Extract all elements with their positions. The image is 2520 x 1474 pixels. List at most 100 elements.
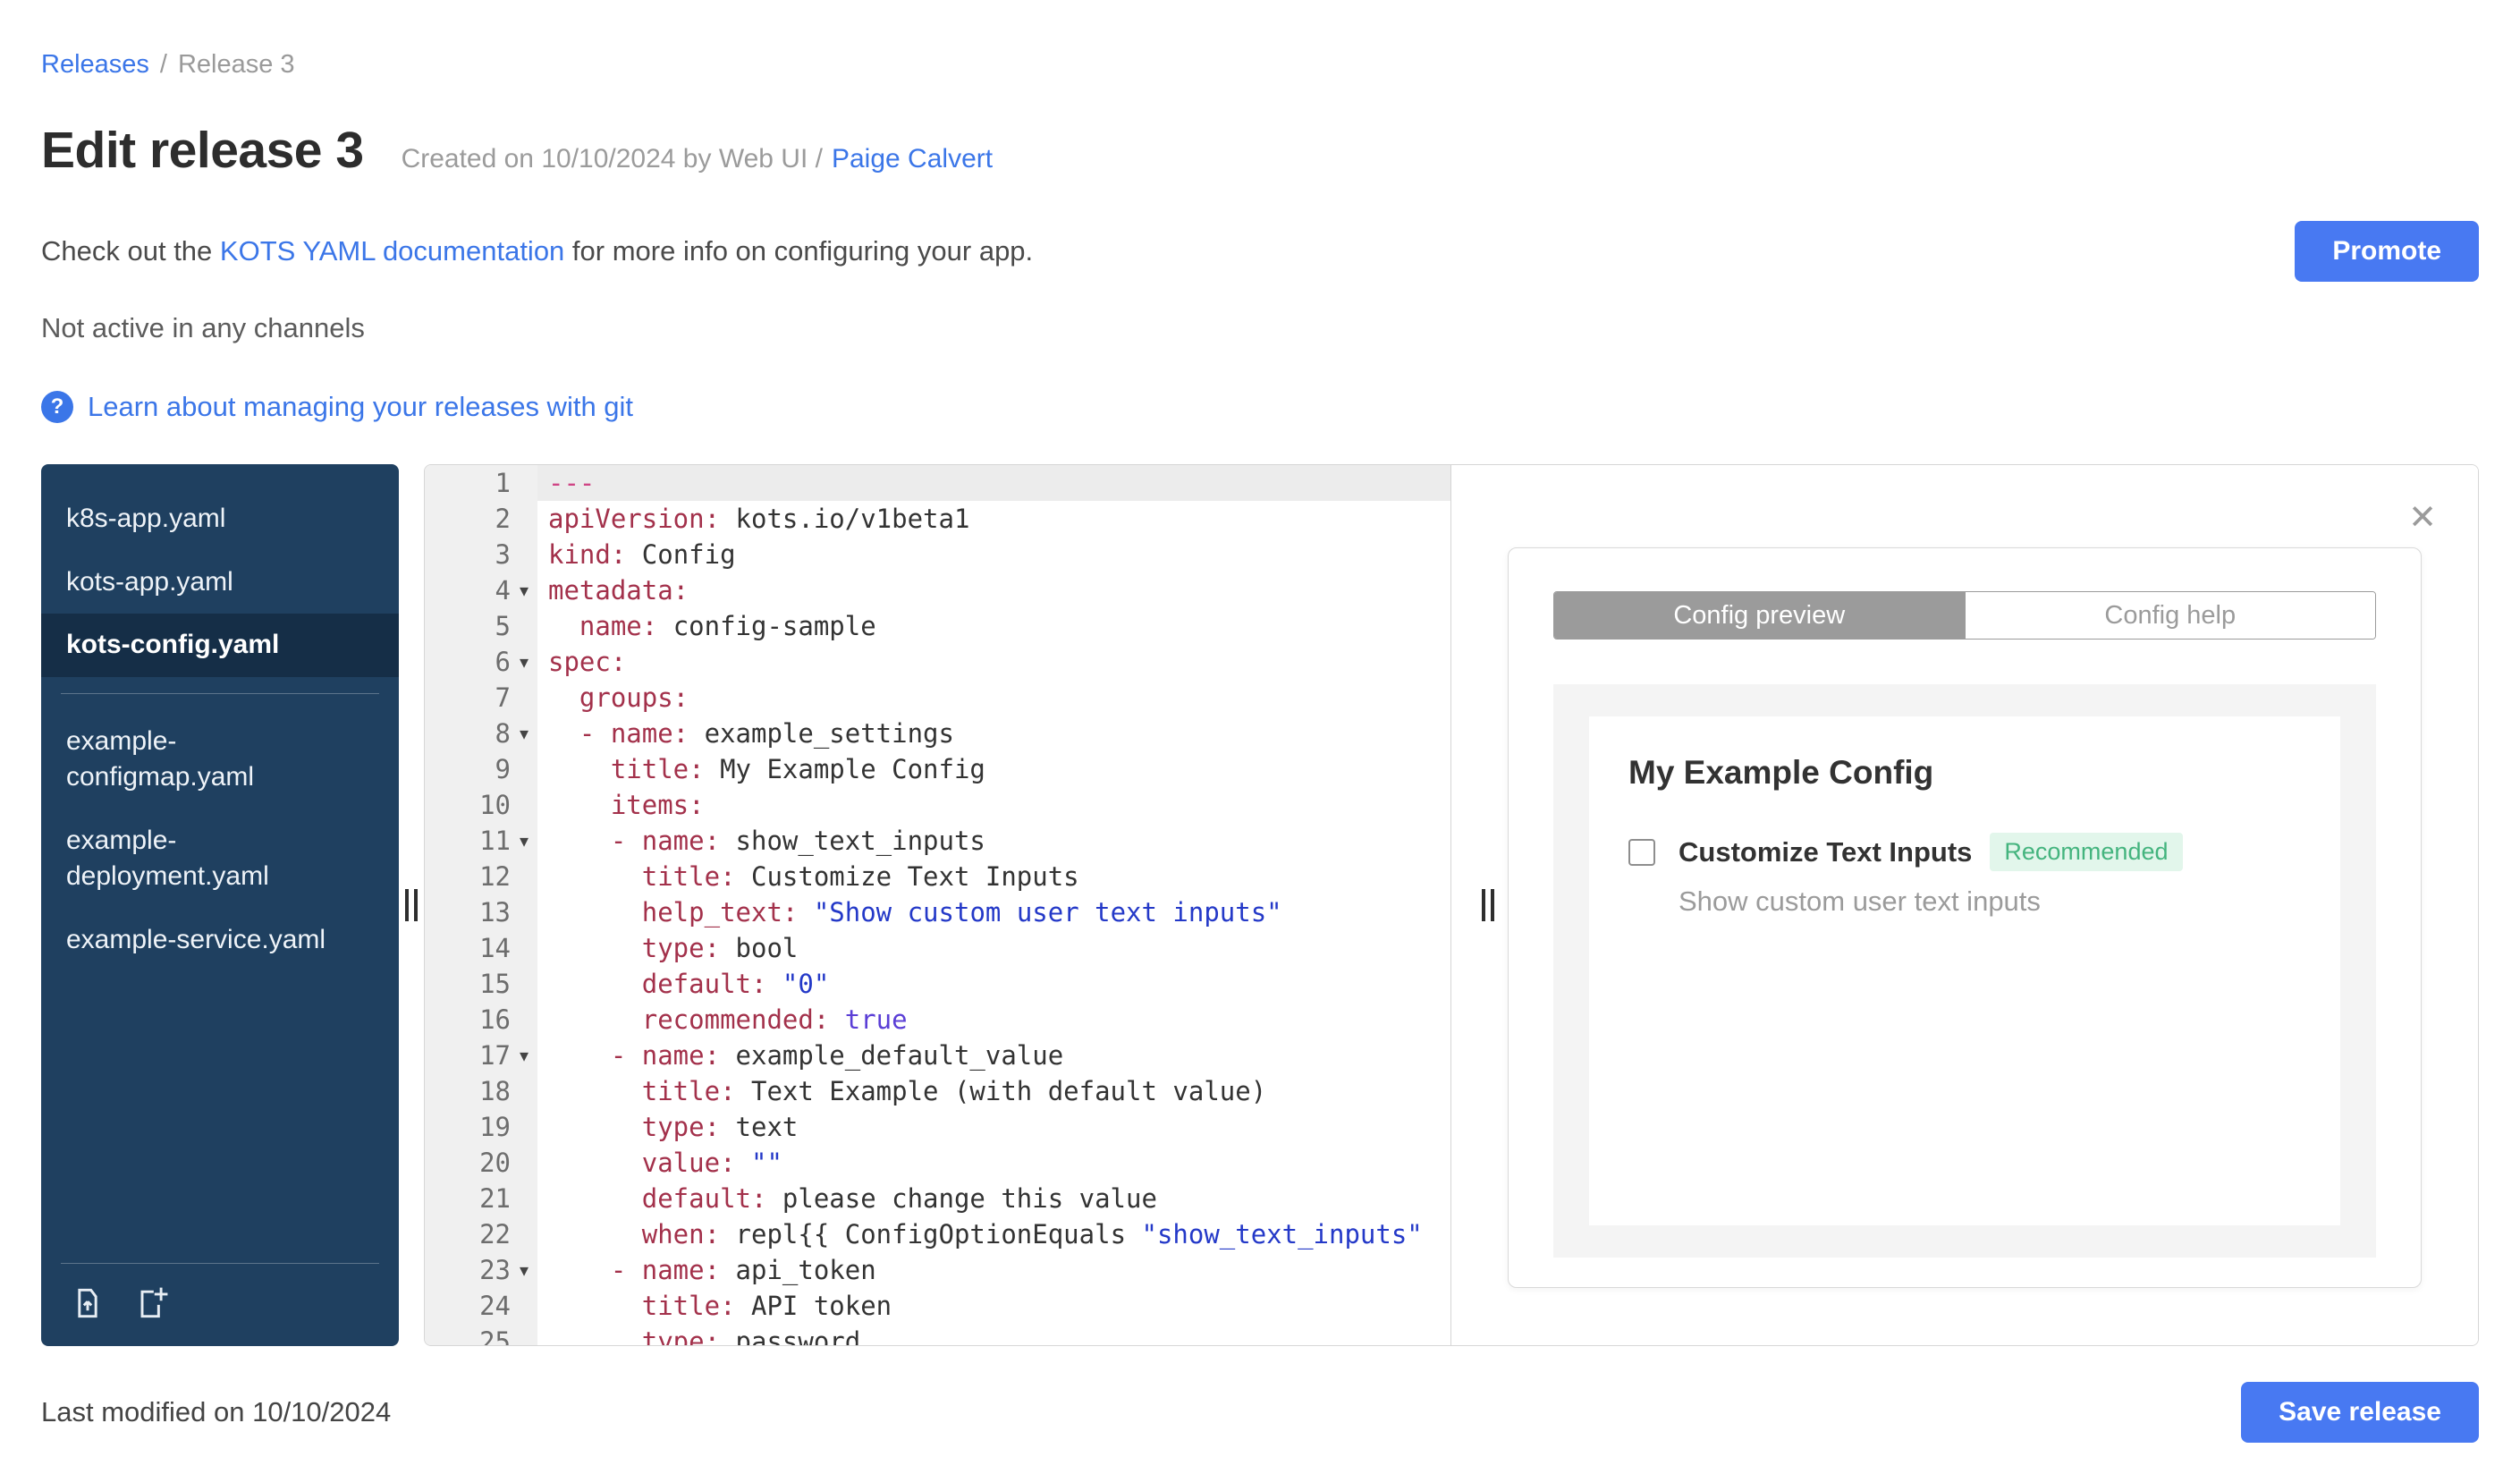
release-workspace: k8s-app.yaml kots-app.yaml kots-config.yam… [41,464,2479,1346]
fold-arrow-slot [511,1073,537,1109]
pane-resize-handle-right[interactable] [1482,889,1494,921]
code-line-text: - name: api_token [610,1255,876,1285]
line-number: 21 [479,1183,511,1214]
line-number-gutter: 7 [425,680,537,716]
code-line-8[interactable]: 8 ▾ - name: example_settings [425,716,1450,751]
code-line-text: --- [537,465,1450,501]
config-preview-pane: ✕ Config preview Config help My Example … [1451,465,2478,1345]
code-line-text: type: text [641,1112,799,1142]
docs-text: Check out the KOTS YAML documentation fo… [41,235,1033,267]
yaml-code-editor[interactable]: 1 --- 2 apiVersion: kots.io/v1beta1 3 kind: C… [425,465,1451,1345]
line-number-gutter: 18 [425,1073,537,1109]
line-number-gutter: 21 [425,1181,537,1216]
line-number: 12 [479,861,511,892]
close-icon[interactable]: ✕ [2408,501,2437,535]
file-item-example-service.yaml[interactable]: example-service.yaml [41,909,399,972]
line-number: 10 [479,790,511,820]
code-line-17[interactable]: 17 ▾ - name: example_default_value [425,1038,1450,1073]
line-number: 11 [479,826,511,856]
code-line-9[interactable]: 9 title: My Example Config [425,751,1450,787]
line-number: 3 [495,539,511,570]
code-line-12[interactable]: 12 title: Customize Text Inputs [425,859,1450,894]
code-line-6[interactable]: 6 ▾ spec: [425,644,1450,680]
customize-text-inputs-checkbox[interactable] [1628,838,1655,866]
fold-arrow-icon[interactable]: ▾ [511,716,537,751]
code-line-16[interactable]: 16 recommended: true [425,1002,1450,1038]
line-number: 13 [479,897,511,928]
line-number-gutter: 16 [425,1002,537,1038]
line-number-gutter: 6 ▾ [425,644,537,680]
fold-arrow-icon[interactable]: ▾ [511,572,537,608]
author-link[interactable]: Paige Calvert [832,144,993,174]
promote-button[interactable]: Promote [2295,221,2479,282]
code-line-24[interactable]: 24 title: API token [425,1288,1450,1324]
config-group-card: My Example Config Customize Text Inputs … [1589,716,2340,1225]
line-number-gutter: 10 [425,787,537,823]
code-line-text: - name: show_text_inputs [610,826,985,856]
upload-file-icon[interactable] [68,1283,107,1323]
fold-arrow-icon[interactable]: ▾ [511,823,537,859]
line-number: 23 [479,1255,511,1285]
tab-config-preview[interactable]: Config preview [1554,592,1965,639]
breadcrumb: Releases / Release 3 [41,50,2479,80]
breadcrumb-separator: / [159,50,167,79]
file-item-example-deployment.yaml[interactable]: example-deployment.yaml [41,809,399,909]
file-sidebar: k8s-app.yaml kots-app.yaml kots-config.yam… [41,464,399,1346]
code-line-2[interactable]: 2 apiVersion: kots.io/v1beta1 [425,501,1450,537]
save-release-button[interactable]: Save release [2241,1382,2479,1443]
git-help-link[interactable]: Learn about managing your releases with … [88,391,633,423]
code-line-10[interactable]: 10 items: [425,787,1450,823]
code-line-25[interactable]: 25 type: password [425,1324,1450,1345]
tab-config-help[interactable]: Config help [1964,592,2375,639]
line-number: 17 [479,1040,511,1071]
line-number-gutter: 20 [425,1145,537,1181]
code-line-5[interactable]: 5 name: config-sample [425,608,1450,644]
fold-arrow-icon[interactable]: ▾ [511,644,537,680]
line-number: 19 [479,1112,511,1142]
fold-arrow-icon[interactable]: ▾ [511,1252,537,1288]
docs-suffix: for more info on configuring your app. [564,235,1034,267]
line-number: 20 [479,1148,511,1178]
code-line-7[interactable]: 7 groups: [425,680,1450,716]
line-number-gutter: 8 ▾ [425,716,537,751]
fold-arrow-slot [511,1324,537,1345]
code-line-text: help_text: "Show custom user text inputs… [641,897,1282,928]
code-line-23[interactable]: 23 ▾ - name: api_token [425,1252,1450,1288]
code-line-text: title: My Example Config [610,754,985,784]
config-item-help-text: Show custom user text inputs [1679,885,2041,917]
file-item-kots-config.yaml[interactable]: kots-config.yaml [41,614,399,677]
code-line-20[interactable]: 20 value: "" [425,1145,1450,1181]
line-number: 16 [479,1004,511,1035]
code-line-21[interactable]: 21 default: please change this value [425,1181,1450,1216]
line-number: 6 [495,647,511,677]
file-item-k8s-app.yaml[interactable]: k8s-app.yaml [41,487,399,551]
code-line-text: - name: example_settings [579,718,954,749]
fold-arrow-icon[interactable]: ▾ [511,1038,537,1073]
code-line-13[interactable]: 13 help_text: "Show custom user text inp… [425,894,1450,930]
line-number-gutter: 19 [425,1109,537,1145]
fold-arrow-slot [511,501,537,537]
code-line-3[interactable]: 3 kind: Config [425,537,1450,572]
code-line-15[interactable]: 15 default: "0" [425,966,1450,1002]
code-line-18[interactable]: 18 title: Text Example (with default val… [425,1073,1450,1109]
code-line-11[interactable]: 11 ▾ - name: show_text_inputs [425,823,1450,859]
fold-arrow-slot [511,1109,537,1145]
pane-resize-handle-left[interactable] [405,889,418,921]
code-line-22[interactable]: 22 when: repl{{ ConfigOptionEquals "show… [425,1216,1450,1252]
code-line-text: recommended: true [641,1004,908,1035]
code-line-4[interactable]: 4 ▾ metadata: [425,572,1450,608]
line-number: 14 [479,933,511,963]
fold-arrow-slot [511,1216,537,1252]
new-file-icon[interactable] [132,1283,172,1323]
code-line-text: title: Customize Text Inputs [641,861,1079,892]
file-item-kots-app.yaml[interactable]: kots-app.yaml [41,551,399,614]
line-number-gutter: 17 ▾ [425,1038,537,1073]
breadcrumb-releases-link[interactable]: Releases [41,50,149,80]
kots-docs-link[interactable]: KOTS YAML documentation [220,235,564,267]
question-circle-icon: ? [41,391,73,423]
code-line-19[interactable]: 19 type: text [425,1109,1450,1145]
code-line-1[interactable]: 1 --- [425,465,1450,501]
file-item-example-configmap.yaml[interactable]: example-configmap.yaml [41,710,399,809]
config-group-title: My Example Config [1628,754,1934,791]
code-line-14[interactable]: 14 type: bool [425,930,1450,966]
